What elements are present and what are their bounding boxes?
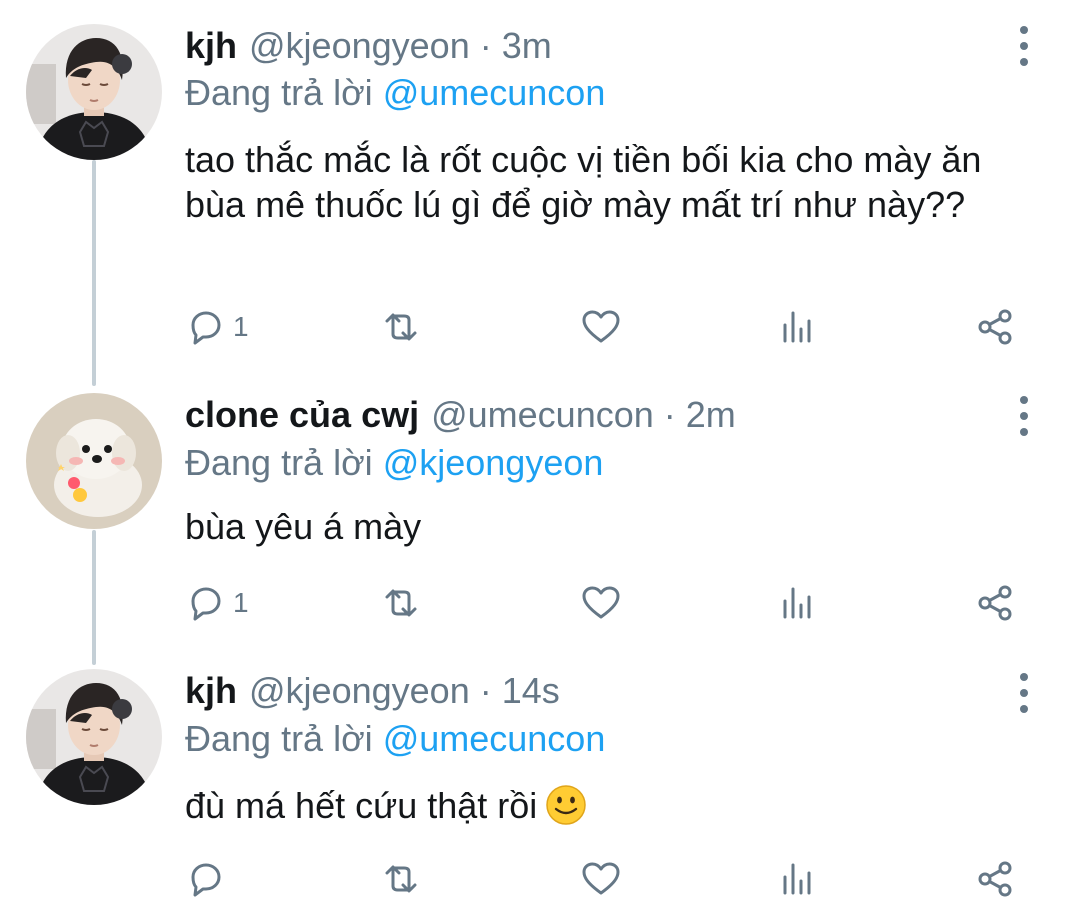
retweet-button[interactable]: [381, 303, 421, 351]
replying-to-handle[interactable]: @kjeongyeon: [383, 442, 604, 483]
timestamp[interactable]: 14s: [502, 669, 560, 713]
user-handle[interactable]: @kjeongyeon: [249, 24, 470, 68]
avatar[interactable]: [26, 24, 162, 160]
timestamp[interactable]: 2m: [686, 393, 736, 437]
action-bar: 1: [185, 579, 1035, 627]
tweet[interactable]: kjh @kjeongyeon · 3m Đang trả lời @umecun…: [0, 0, 1080, 390]
like-button[interactable]: [581, 303, 621, 351]
avatar-puppy-image: [26, 393, 162, 529]
timestamp[interactable]: 3m: [502, 24, 552, 68]
analytics-button[interactable]: [777, 855, 817, 903]
reply-icon: [191, 311, 221, 345]
reply-button[interactable]: 1: [185, 303, 249, 351]
tweet[interactable]: kjh @kjeongyeon · 14s Đang trả lời @umecu…: [0, 665, 1080, 922]
share-icon: [978, 585, 1012, 621]
avatar-boy-image: [26, 669, 162, 805]
replying-to-handle[interactable]: @umecuncon: [383, 718, 606, 759]
reply-button[interactable]: 1: [185, 579, 249, 627]
analytics-icon: [783, 587, 811, 619]
more-vertical-icon[interactable]: [1010, 396, 1038, 436]
replying-to-label: Đang trả lời: [185, 442, 373, 483]
avatar-boy-image: [26, 24, 162, 160]
avatar[interactable]: [26, 393, 162, 529]
tweet-header: kjh @kjeongyeon · 14s: [185, 669, 560, 713]
tweet-header: clone của cwj @umecuncon · 2m: [185, 393, 736, 437]
share-icon: [978, 309, 1012, 345]
replying-to: Đang trả lời @kjeongyeon: [185, 441, 603, 485]
reply-icon: [191, 863, 221, 897]
tweet-text: tao thắc mắc là rốt cuộc vị tiền bối kia…: [185, 139, 982, 225]
user-handle[interactable]: @umecuncon: [431, 393, 654, 437]
heart-icon: [582, 586, 620, 619]
replying-to: Đang trả lời @umecuncon: [185, 71, 605, 115]
analytics-button[interactable]: [777, 303, 817, 351]
share-icon: [978, 861, 1012, 897]
reply-icon: [191, 587, 221, 621]
replying-to-handle[interactable]: @umecuncon: [383, 72, 606, 113]
like-button[interactable]: [581, 855, 621, 903]
tweet[interactable]: clone của cwj @umecuncon · 2m Đang trả l…: [0, 390, 1080, 665]
share-button[interactable]: [975, 303, 1015, 351]
more-vertical-icon[interactable]: [1010, 26, 1038, 66]
heart-icon: [582, 862, 620, 895]
share-button[interactable]: [975, 579, 1015, 627]
replying-to-label: Đang trả lời: [185, 72, 373, 113]
retweet-icon: [385, 865, 417, 893]
tweet-text: bùa yêu á mày: [185, 506, 422, 547]
separator: ·: [479, 25, 492, 66]
reply-button[interactable]: [185, 855, 233, 903]
reply-count: 1: [233, 587, 249, 618]
more-vertical-icon[interactable]: [1010, 673, 1038, 713]
tweet-text-content: đù má hết cứu thật rồi: [185, 785, 538, 826]
user-handle[interactable]: @kjeongyeon: [249, 669, 470, 713]
tweet-text: đù má hết cứu thật rồi: [185, 783, 1045, 828]
avatar[interactable]: [26, 669, 162, 805]
slightly-smiling-face-icon: [546, 785, 587, 825]
action-bar: 1: [185, 303, 1035, 351]
analytics-icon: [783, 311, 811, 343]
share-button[interactable]: [975, 855, 1015, 903]
retweet-icon: [385, 313, 417, 341]
action-bar: [185, 855, 1035, 903]
display-name[interactable]: kjh: [185, 669, 237, 713]
separator: ·: [479, 670, 492, 711]
retweet-icon: [385, 589, 417, 617]
analytics-icon: [783, 863, 811, 895]
reply-count: 1: [233, 311, 249, 342]
display-name[interactable]: kjh: [185, 24, 237, 68]
like-button[interactable]: [581, 579, 621, 627]
retweet-button[interactable]: [381, 579, 421, 627]
heart-icon: [582, 310, 620, 343]
separator: ·: [663, 394, 676, 435]
replying-to-label: Đang trả lời: [185, 718, 373, 759]
analytics-button[interactable]: [777, 579, 817, 627]
replying-to: Đang trả lời @umecuncon: [185, 717, 605, 761]
retweet-button[interactable]: [381, 855, 421, 903]
display-name[interactable]: clone của cwj: [185, 393, 419, 437]
tweet-header: kjh @kjeongyeon · 3m: [185, 24, 552, 68]
